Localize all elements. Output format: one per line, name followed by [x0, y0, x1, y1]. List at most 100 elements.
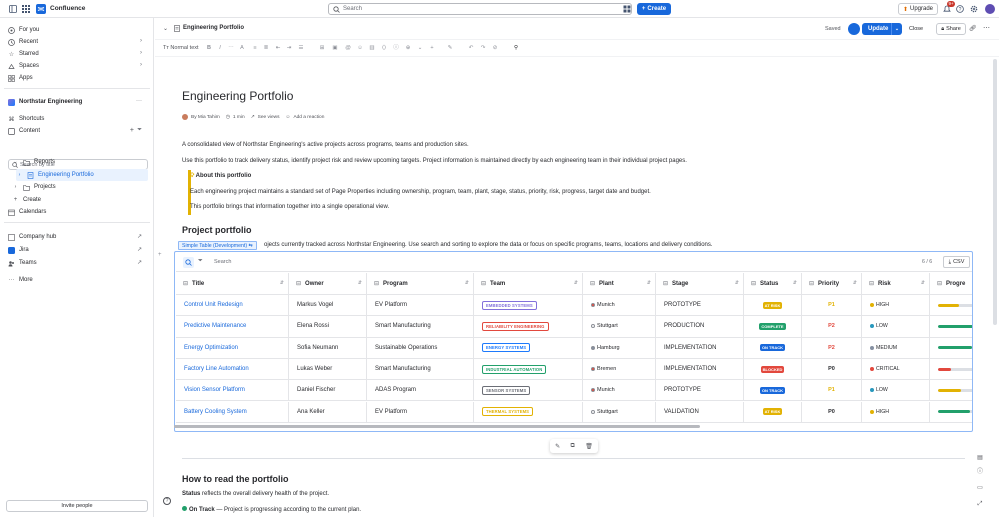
more-options-icon[interactable]: ⋯: [983, 24, 990, 32]
tree-item-reports[interactable]: ⌄ Reports: [12, 156, 148, 168]
image-icon[interactable]: ▣: [332, 45, 338, 51]
table-cell-title[interactable]: Control Unit Redesign: [176, 295, 289, 317]
project-title-link[interactable]: Battery Cooling System: [184, 409, 247, 415]
filter-icon[interactable]: ⏷: [198, 258, 203, 265]
sidebar-item-company-hub[interactable]: Company hub ↗: [8, 231, 148, 243]
outdent-icon[interactable]: ⇤: [275, 45, 281, 51]
sidebar-item-for-you[interactable]: For you: [8, 24, 148, 36]
sort-icon[interactable]: ⇵: [647, 280, 651, 286]
sort-icon[interactable]: ⇵: [793, 280, 797, 286]
drag-handle-icon[interactable]: +: [158, 252, 162, 258]
breadcrumb-page-title[interactable]: Engineering Portfolio: [183, 25, 244, 31]
indent-icon[interactable]: ⇥: [286, 45, 292, 51]
upgrade-button[interactable]: ⬆ Upgrade: [898, 3, 938, 15]
sidebar-item-content[interactable]: Content + ⏷: [8, 125, 148, 137]
add-icon[interactable]: +: [429, 45, 435, 51]
info-panel-title[interactable]: 💡︎ About this portfolio: [190, 173, 251, 180]
help-circle-icon[interactable]: ?: [163, 497, 171, 505]
project-title-link[interactable]: Energy Optimization: [184, 345, 238, 351]
horizontal-scrollbar[interactable]: [174, 425, 700, 428]
chevron-right-icon[interactable]: ›: [16, 172, 23, 179]
project-title-link[interactable]: Factory Line Automation: [184, 366, 249, 372]
invite-people-button[interactable]: Invite people: [6, 500, 148, 512]
table-cell-title[interactable]: Predictive Maintenance: [176, 316, 289, 338]
column-header[interactable]: ⊟ Stage ⇵: [656, 273, 744, 295]
see-views-link[interactable]: See views: [258, 115, 280, 120]
mention-icon[interactable]: @: [345, 45, 351, 51]
text-color-icon[interactable]: A: [239, 45, 245, 51]
table-icon[interactable]: ⊞: [319, 45, 325, 51]
share-button[interactable]: 🔒︎ Share: [936, 23, 966, 35]
info-panel-icon[interactable]: ⓘ: [393, 45, 399, 51]
info-panel-paragraph[interactable]: Each engineering project maintains a sta…: [190, 189, 651, 195]
author-name[interactable]: By Mia Tahim: [191, 115, 220, 120]
settings-gear-icon[interactable]: [969, 4, 979, 14]
sort-icon[interactable]: ⇵: [465, 280, 469, 286]
chevron-right-icon[interactable]: ›: [12, 184, 19, 191]
sort-icon[interactable]: ⇵: [735, 280, 739, 286]
comments-icon[interactable]: ▤: [976, 454, 984, 462]
sort-icon[interactable]: ⇵: [280, 280, 284, 286]
tree-item-create[interactable]: + Create: [12, 194, 148, 206]
pin-icon[interactable]: ⚲: [513, 45, 519, 51]
app-switcher-icon[interactable]: [21, 4, 31, 14]
user-avatar[interactable]: [985, 4, 995, 14]
help-icon[interactable]: ?: [955, 4, 965, 14]
sort-icon[interactable]: ⇵: [853, 280, 857, 286]
column-header[interactable]: ⊟ Risk ⇵: [862, 273, 930, 295]
search-icon[interactable]: [183, 257, 194, 268]
sidebar-item-teams[interactable]: Teams ↗: [8, 257, 148, 269]
global-search-input[interactable]: Search: [328, 3, 632, 15]
code-icon[interactable]: ⟨⟩: [381, 45, 387, 51]
chevron-down-icon[interactable]: ⌄: [417, 45, 423, 51]
section-paragraph[interactable]: ojects currently tracked across Northsta…: [264, 242, 713, 248]
tree-item-projects[interactable]: › Projects: [12, 181, 148, 193]
sidebar-item-more[interactable]: ··· More: [8, 274, 148, 286]
intro-paragraph[interactable]: A consolidated view of Northstar Enginee…: [182, 142, 469, 148]
column-header[interactable]: ⊟ Status ⇵: [744, 273, 802, 295]
external-link-icon[interactable]: ↗: [137, 246, 142, 253]
column-header[interactable]: ⊟ Plant ⇵: [583, 273, 656, 295]
page-title[interactable]: Engineering Portfolio: [182, 89, 293, 103]
numbered-list-icon[interactable]: ≣: [263, 45, 269, 51]
column-header[interactable]: ⊟ Priority ⇵: [802, 273, 862, 295]
sidebar-item-recent[interactable]: Recent ›: [8, 36, 148, 48]
sidebar-item-apps[interactable]: Apps: [8, 72, 148, 84]
chevron-down-icon[interactable]: ⌄: [12, 159, 19, 166]
section-heading[interactable]: Project portfolio: [182, 225, 252, 235]
sort-icon[interactable]: ⇵: [574, 280, 578, 286]
add-content-icon[interactable]: +: [130, 127, 134, 134]
chevron-down-icon[interactable]: ⌄: [891, 23, 902, 35]
align-icon[interactable]: ☰: [298, 45, 304, 51]
column-header[interactable]: ⊟ Program ⇵: [367, 273, 474, 295]
update-button[interactable]: Update ⌄: [862, 23, 902, 35]
emoji-icon[interactable]: ☺: [357, 45, 363, 51]
app-name[interactable]: Confluence: [50, 5, 85, 12]
text-style-dropdown[interactable]: Tт Normal text: [163, 45, 199, 51]
confluence-logo-icon[interactable]: [36, 4, 46, 14]
sidebar-toggle-icon[interactable]: [8, 4, 18, 14]
intro-paragraph[interactable]: Use this portfolio to track delivery sta…: [182, 158, 687, 164]
table-cell-title[interactable]: Vision Sensor Platform: [176, 380, 289, 402]
sidebar-item-shortcuts[interactable]: ⌘ Shortcuts: [8, 113, 148, 125]
external-link-icon[interactable]: ↗: [137, 233, 142, 240]
space-header[interactable]: Northstar Engineering ···: [8, 96, 148, 108]
collaborator-avatar[interactable]: [848, 23, 860, 35]
section-heading[interactable]: How to read the portfolio: [182, 474, 289, 484]
column-header[interactable]: ⊟ Title ⇵: [176, 273, 289, 295]
sort-icon[interactable]: ⇵: [921, 280, 925, 286]
layout-icon[interactable]: ▥: [369, 45, 375, 51]
project-title-link[interactable]: Control Unit Redesign: [184, 302, 243, 308]
table-search-input[interactable]: Search: [214, 259, 231, 265]
section-paragraph[interactable]: Status reflects the overall delivery hea…: [182, 491, 329, 497]
sidebar-item-jira[interactable]: Jira ↗: [8, 244, 148, 256]
column-header[interactable]: ⊟ Progre: [930, 273, 972, 295]
close-button[interactable]: Close: [909, 26, 923, 32]
info-panel-paragraph[interactable]: This portfolio brings that information t…: [190, 204, 389, 210]
ai-sparkle-icon[interactable]: ✎: [447, 45, 453, 51]
tree-item-engineering-portfolio[interactable]: › Engineering Portfolio: [16, 169, 148, 181]
bold-icon[interactable]: B: [206, 45, 212, 51]
filter-icon[interactable]: ⏷: [137, 127, 142, 134]
add-reaction-link[interactable]: Add a reaction: [293, 115, 324, 120]
delete-icon[interactable]: 🗑︎: [585, 443, 593, 450]
